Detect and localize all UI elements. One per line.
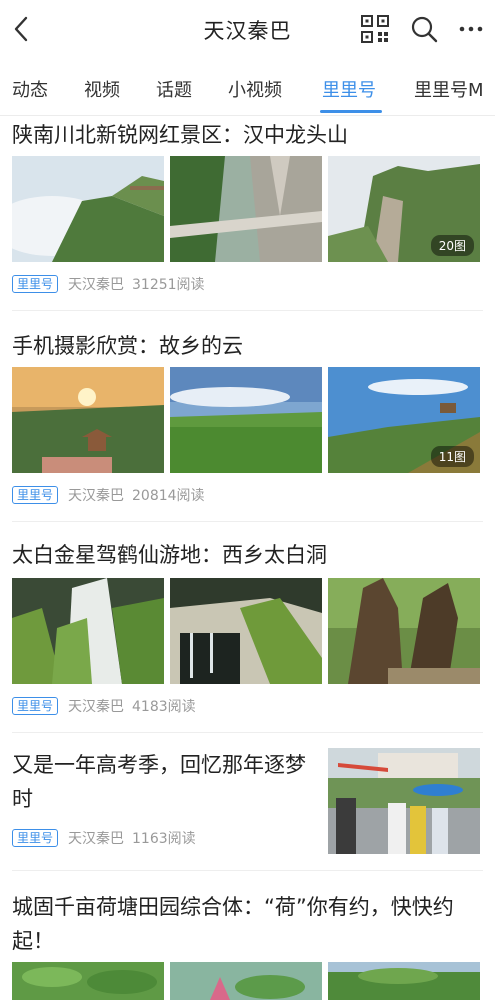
article-meta: 里里号 天汉秦巴 20814阅读 xyxy=(12,485,205,505)
divider xyxy=(12,310,483,311)
article-thumbnail[interactable]: 11图 xyxy=(328,367,480,473)
read-count: 31251阅读 xyxy=(132,277,205,293)
search-icon[interactable] xyxy=(409,14,439,44)
tab-video[interactable]: 视频 xyxy=(84,76,120,102)
tab-dongtai[interactable]: 动态 xyxy=(12,76,48,102)
more-dots-icon[interactable] xyxy=(456,14,486,44)
article-thumbnail[interactable] xyxy=(328,748,480,854)
author-name: 天汉秦巴 xyxy=(68,831,125,847)
divider xyxy=(12,521,483,522)
read-count: 1163阅读 xyxy=(132,831,196,847)
article-meta: 里里号 天汉秦巴 4183阅读 xyxy=(12,696,196,716)
divider xyxy=(12,870,483,871)
article-title[interactable]: 城固千亩荷塘田园综合体：“荷”你有约，快快约起！ xyxy=(12,890,483,958)
divider xyxy=(12,732,483,733)
lilihao-badge: 里里号 xyxy=(12,697,59,715)
article-thumbnail[interactable] xyxy=(170,156,322,262)
article-thumbnail[interactable] xyxy=(170,367,322,473)
article-images[interactable]: 11图 xyxy=(12,367,480,473)
qr-code-icon[interactable] xyxy=(360,14,390,44)
article-thumbnail[interactable] xyxy=(328,962,480,1000)
article-thumbnail[interactable]: 20图 xyxy=(328,156,480,262)
article-images[interactable] xyxy=(12,578,480,684)
active-tab-indicator xyxy=(320,110,382,113)
image-count: 11图 xyxy=(430,446,474,467)
article-images[interactable]: 20图 xyxy=(12,156,480,262)
author-name: 天汉秦巴 xyxy=(68,488,125,504)
tab-lilihao-m[interactable]: 里里号M xyxy=(414,76,484,102)
article-thumbnail[interactable] xyxy=(12,578,164,684)
top-bar: 天汉秦巴 xyxy=(0,0,495,60)
image-count: 20图 xyxy=(430,235,474,256)
article-thumbnail[interactable] xyxy=(12,156,164,262)
article-title[interactable]: 手机摄影欣赏：故乡的云 xyxy=(12,329,483,363)
read-count: 20814阅读 xyxy=(132,488,205,504)
article-thumbnail[interactable] xyxy=(328,578,480,684)
lilihao-badge: 里里号 xyxy=(12,275,59,293)
article-thumbnail[interactable] xyxy=(12,367,164,473)
article-title[interactable]: 太白金星驾鹤仙游地：西乡太白洞 xyxy=(12,538,483,572)
article-meta: 里里号 天汉秦巴 31251阅读 xyxy=(12,274,205,294)
tab-short-video[interactable]: 小视频 xyxy=(228,76,282,102)
author-name: 天汉秦巴 xyxy=(68,699,125,715)
article-title[interactable]: 陕南川北新锐网红景区：汉中龙头山 xyxy=(12,118,483,152)
lilihao-badge: 里里号 xyxy=(12,829,59,847)
tab-topics[interactable]: 话题 xyxy=(156,76,192,102)
article-thumbnail[interactable] xyxy=(170,578,322,684)
article-images[interactable] xyxy=(12,962,480,1000)
tab-bar: 动态 视频 话题 小视频 里里号 里里号M xyxy=(0,60,495,116)
article-meta: 里里号 天汉秦巴 1163阅读 xyxy=(12,828,196,848)
author-name: 天汉秦巴 xyxy=(68,277,125,293)
article-thumbnail[interactable] xyxy=(12,962,164,1000)
article-thumbnail[interactable] xyxy=(170,962,322,1000)
tab-divider xyxy=(0,115,495,116)
article-title[interactable]: 又是一年高考季，回忆那年逐梦时 xyxy=(12,748,312,816)
lilihao-badge: 里里号 xyxy=(12,486,59,504)
tab-lilihao[interactable]: 里里号 xyxy=(322,76,376,102)
read-count: 4183阅读 xyxy=(132,699,196,715)
